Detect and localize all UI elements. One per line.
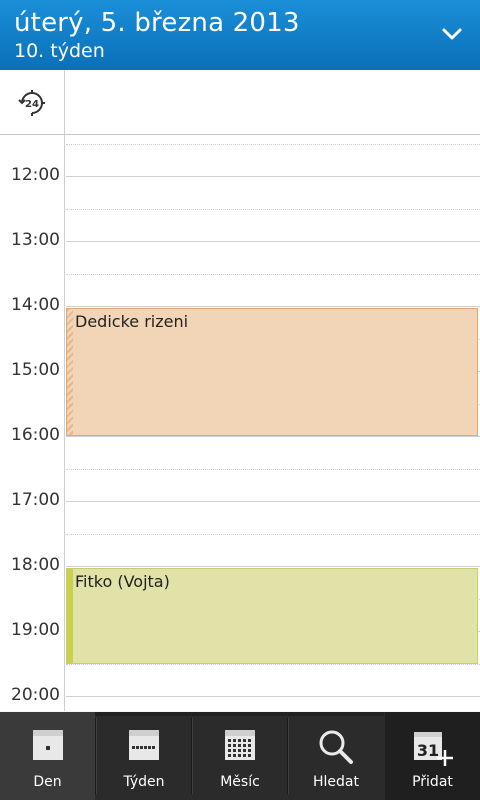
hour-line	[66, 566, 480, 567]
half-hour-line	[66, 143, 480, 145]
time-label: 17:00	[11, 490, 60, 510]
time-label: 13:00	[11, 230, 60, 250]
hour-line	[66, 501, 480, 502]
hour-line	[66, 176, 480, 177]
tab-week[interactable]: Týden	[96, 712, 192, 800]
tab-day[interactable]: Den	[0, 712, 95, 800]
hour-line	[66, 696, 480, 697]
week-view-icon	[129, 730, 159, 760]
day-grid[interactable]: 12:00 13:00 14:00 15:00 16:00 17:00 18:00 19:00…	[0, 135, 480, 711]
date-title[interactable]: úterý, 5. března 2013	[14, 7, 300, 39]
24h-label: 24	[25, 99, 39, 110]
event-color-bar	[67, 569, 73, 663]
bottom-action-bar: Den Týden Měsíc Hledat 31 Přidat	[0, 712, 480, 800]
search-icon	[319, 730, 353, 764]
add-event-icon-number: 31	[416, 741, 438, 760]
event-title: Fitko (Vojta)	[75, 572, 170, 591]
time-label: 18:00	[11, 555, 60, 575]
chevron-down-icon[interactable]	[440, 22, 464, 46]
tab-day-label: Den	[33, 774, 62, 790]
half-hour-line	[66, 533, 480, 535]
tab-search-label: Hledat	[313, 774, 359, 790]
add-event-icon: 31	[413, 732, 453, 766]
hour-line	[66, 436, 480, 437]
day-view-icon	[32, 730, 63, 760]
half-hour-line	[66, 208, 480, 210]
week-subtitle: 10. týden	[14, 40, 105, 62]
half-hour-line	[66, 273, 480, 275]
month-view-icon	[225, 730, 255, 760]
tab-month-label: Měsíc	[220, 774, 260, 790]
time-label: 14:00	[11, 295, 60, 315]
event-title: Dedicke rizeni	[75, 312, 189, 331]
half-hour-line	[66, 663, 480, 665]
time-label: 19:00	[11, 620, 60, 640]
time-label: 15:00	[11, 360, 60, 380]
event-color-bar	[67, 309, 73, 435]
24h-clock-icon[interactable]: 24	[16, 87, 48, 119]
all-day-separator	[64, 70, 65, 134]
all-day-row: 24	[0, 70, 480, 135]
app-header: úterý, 5. března 2013 10. týden	[0, 0, 480, 70]
time-label: 12:00	[11, 165, 60, 185]
hour-line	[66, 241, 480, 242]
tab-month[interactable]: Měsíc	[192, 712, 288, 800]
add-event-button[interactable]: 31 Přidat	[385, 712, 480, 800]
hour-line	[66, 306, 480, 307]
half-hour-line	[66, 468, 480, 470]
tab-week-label: Týden	[123, 774, 165, 790]
add-event-label: Přidat	[412, 774, 453, 790]
time-label: 16:00	[11, 425, 60, 445]
calendar-event[interactable]: Fitko (Vojta)	[66, 568, 478, 664]
calendar-event[interactable]: Dedicke rizeni	[66, 308, 478, 436]
tab-search[interactable]: Hledat	[288, 712, 384, 800]
time-label: 20:00	[11, 685, 60, 705]
